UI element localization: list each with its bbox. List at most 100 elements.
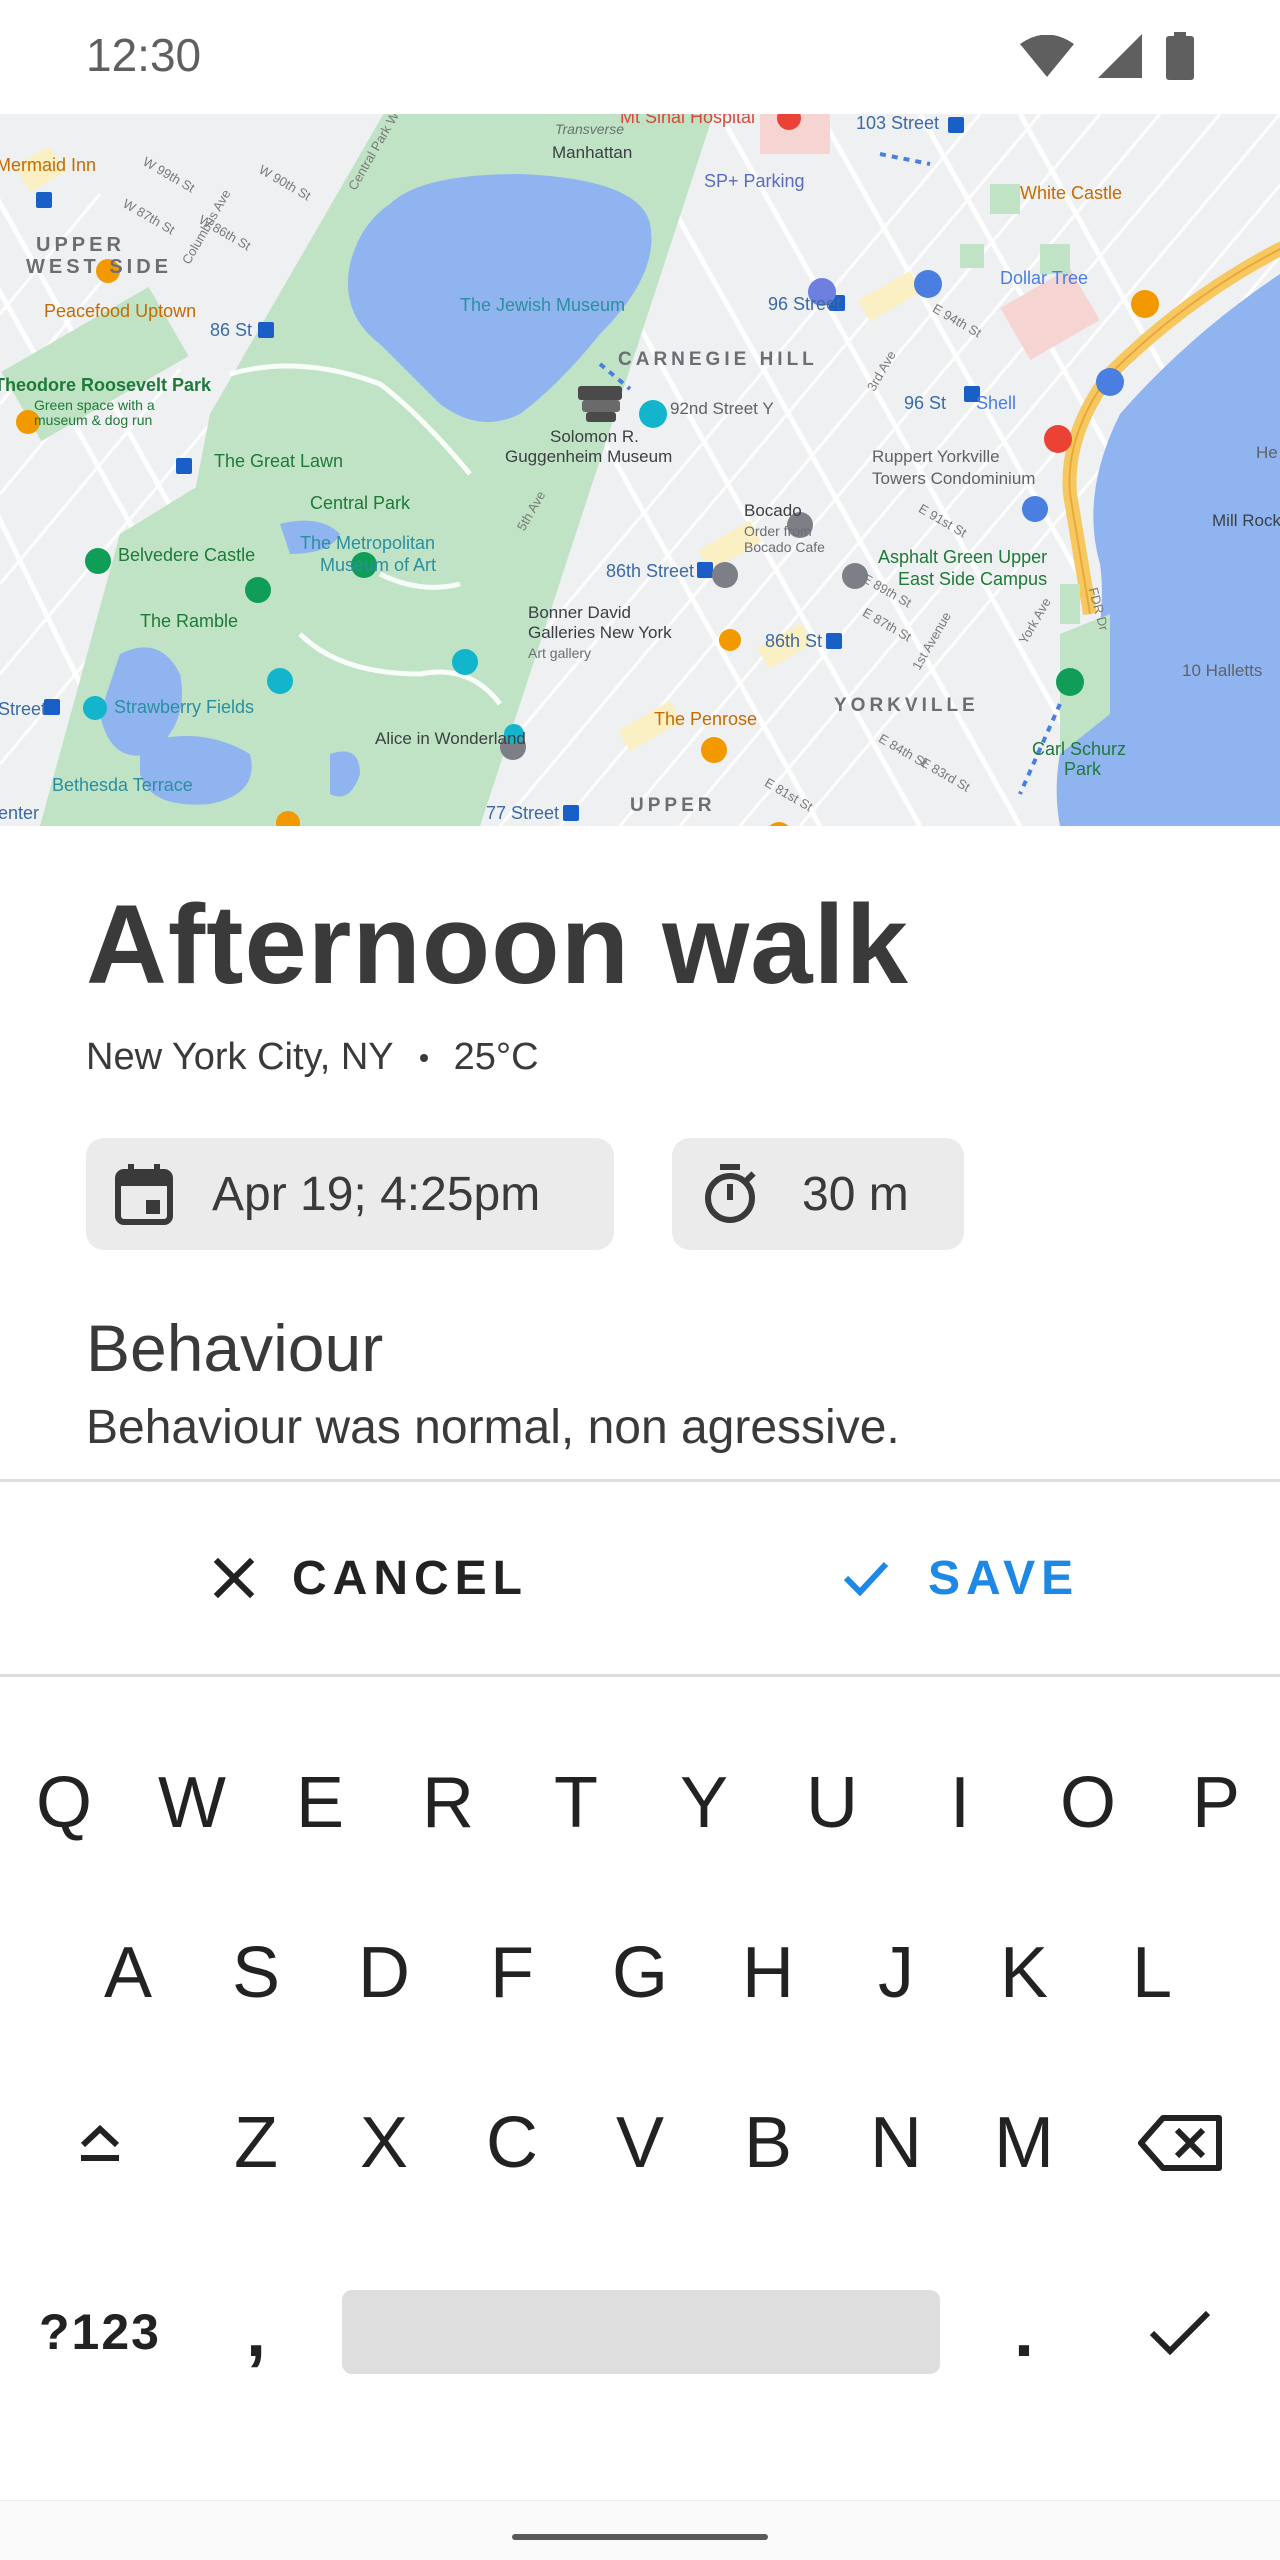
map-label-peacefood: Peacefood Uptown — [44, 301, 197, 321]
map-label-met-1: The Metropolitan — [300, 533, 436, 553]
map-label-86th-st-right: 86th St — [765, 631, 823, 651]
map-label-bethesda: Bethesda Terrace — [52, 775, 193, 795]
behaviour-heading: Behaviour — [86, 1311, 384, 1385]
key-i[interactable]: I — [896, 1723, 1024, 1883]
map-label-guggenheim-1: Solomon R. — [550, 427, 639, 446]
cancel-button[interactable]: CANCEL — [214, 1482, 528, 1674]
separator-dot — [419, 1053, 428, 1062]
map-label-mill-rock: Mill Rock — [1212, 511, 1280, 530]
duration-chip[interactable]: 30 m — [672, 1138, 964, 1250]
behaviour-text[interactable]: Behaviour was normal, non agressive. — [86, 1400, 900, 1455]
key-m[interactable]: M — [960, 2063, 1088, 2223]
map-label-upper-west-1: UPPER — [36, 234, 125, 256]
key-b[interactable]: B — [704, 2063, 832, 2223]
keyboard-row-1: Q W E R T Y U I O P — [0, 1723, 1280, 1883]
map-label-asphalt-2: East Side Campus — [898, 569, 1048, 589]
backspace-icon — [1138, 2115, 1222, 2171]
page-title: Afternoon walk — [86, 882, 909, 1007]
backspace-key[interactable] — [1110, 2063, 1250, 2223]
home-indicator[interactable] — [512, 2534, 768, 2540]
soft-keyboard: Q W E R T Y U I O P A S D F G H J K L Z … — [0, 1677, 1280, 2500]
close-icon — [214, 1558, 254, 1598]
map-view[interactable]: Mt Sinai Hospital Manhattan Transverse 1… — [0, 114, 1280, 826]
map-label-asphalt-1: Asphalt Green Upper — [878, 547, 1048, 567]
key-e[interactable]: E — [256, 1723, 384, 1883]
key-c[interactable]: C — [448, 2063, 576, 2223]
key-q[interactable]: Q — [0, 1723, 128, 1883]
key-t[interactable]: T — [512, 1723, 640, 1883]
map-label-carl-schurz-1: Carl Schurz — [1032, 739, 1127, 759]
key-k[interactable]: K — [960, 1893, 1088, 2053]
key-x[interactable]: X — [320, 2063, 448, 2223]
map-label-bonner-2: Galleries New York — [528, 623, 672, 642]
map-label-roosevelt-desc: Green space with a museum & dog run — [34, 397, 155, 429]
map-label-yorkville: YORKVILLE — [834, 695, 979, 716]
date-time-chip[interactable]: Apr 19; 4:25pm — [86, 1138, 614, 1250]
key-a[interactable]: A — [64, 1893, 192, 2053]
key-f[interactable]: F — [448, 1893, 576, 2053]
save-button[interactable]: SAVE — [842, 1482, 1079, 1674]
map-label-white-castle: White Castle — [1020, 183, 1123, 203]
map-label-guggenheim-2: Guggenheim Museum — [505, 447, 673, 466]
map-label-96-st-right: 96 St — [904, 393, 947, 413]
map-label-transverse: Transverse — [555, 121, 624, 137]
cancel-label: CANCEL — [292, 1551, 528, 1605]
map-label-roosevelt-park: Theodore Roosevelt Park — [0, 375, 212, 395]
map-label-enter: enter — [0, 803, 40, 823]
enter-key[interactable] — [1110, 2252, 1250, 2412]
map-label-ruppert-1: Ruppert Yorkville — [872, 447, 1000, 466]
map-label-carl-schurz-2: Park — [1064, 759, 1102, 779]
map-label-dollar-tree: Dollar Tree — [1000, 268, 1089, 288]
key-y[interactable]: Y — [640, 1723, 768, 1883]
map-label-ramble: The Ramble — [140, 611, 239, 631]
period-key[interactable]: . — [960, 2252, 1088, 2412]
map-label-hospital: Mt Sinai Hospital — [620, 114, 756, 127]
shift-key[interactable] — [30, 2063, 170, 2223]
key-p[interactable]: P — [1152, 1723, 1280, 1883]
map-label-he: He — [1256, 443, 1278, 462]
map-label-upper-east: UPPER — [630, 795, 716, 816]
map-label-strawberry: Strawberry Fields — [114, 697, 255, 717]
key-d[interactable]: D — [320, 1893, 448, 2053]
key-n[interactable]: N — [832, 2063, 960, 2223]
key-l[interactable]: L — [1088, 1893, 1216, 2053]
symbols-key[interactable]: ?123 — [20, 2252, 180, 2412]
navigation-bar — [0, 2500, 1280, 2560]
keyboard-row-2: A S D F G H J K L — [0, 1893, 1280, 2053]
map-label-upper-west-2: WEST SIDE — [26, 256, 173, 278]
key-r[interactable]: R — [384, 1723, 512, 1883]
save-label: SAVE — [928, 1551, 1080, 1605]
check-icon — [1149, 2310, 1211, 2356]
status-bar: 12:30 — [0, 0, 1280, 114]
cellular-signal-icon — [1098, 34, 1142, 78]
key-j[interactable]: J — [832, 1893, 960, 2053]
comma-key[interactable]: , — [192, 2252, 320, 2412]
map-label-bocado-3: Bocado Cafe — [744, 539, 825, 555]
key-g[interactable]: G — [576, 1893, 704, 2053]
key-o[interactable]: O — [1024, 1723, 1152, 1883]
key-s[interactable]: S — [192, 1893, 320, 2053]
key-u[interactable]: U — [768, 1723, 896, 1883]
temperature-text: 25°C — [453, 1036, 539, 1078]
map-label-bonner-1: Bonner David — [528, 603, 632, 622]
key-z[interactable]: Z — [192, 2063, 320, 2223]
space-key[interactable] — [342, 2290, 940, 2374]
key-v[interactable]: V — [576, 2063, 704, 2223]
map-label-alice: Alice in Wonderland — [375, 729, 526, 748]
map-label-mermaid-inn: Mermaid Inn — [0, 155, 97, 175]
map-label-92nd-street-y: 92nd Street Y — [670, 399, 774, 418]
map-label-bocado-1: Bocado — [744, 501, 802, 520]
date-time-text: Apr 19; 4:25pm — [212, 1167, 541, 1221]
wifi-icon — [1020, 35, 1074, 77]
map-label-jewish-museum: The Jewish Museum — [460, 295, 626, 315]
map-label-86-st-left: 86 St — [210, 320, 253, 340]
key-h[interactable]: H — [704, 1893, 832, 2053]
map-label-met-2: Museum of Art — [320, 555, 437, 575]
map-label-carnegie-hill: CARNEGIE HILL — [618, 349, 818, 370]
action-bar: CANCEL SAVE — [0, 1482, 1280, 1674]
calendar-icon — [112, 1162, 176, 1226]
map-label-bonner-3: Art gallery — [528, 645, 592, 661]
map-label-belvedere: Belvedere Castle — [118, 545, 256, 565]
key-w[interactable]: W — [128, 1723, 256, 1883]
location-text: New York City, NY — [86, 1036, 394, 1078]
